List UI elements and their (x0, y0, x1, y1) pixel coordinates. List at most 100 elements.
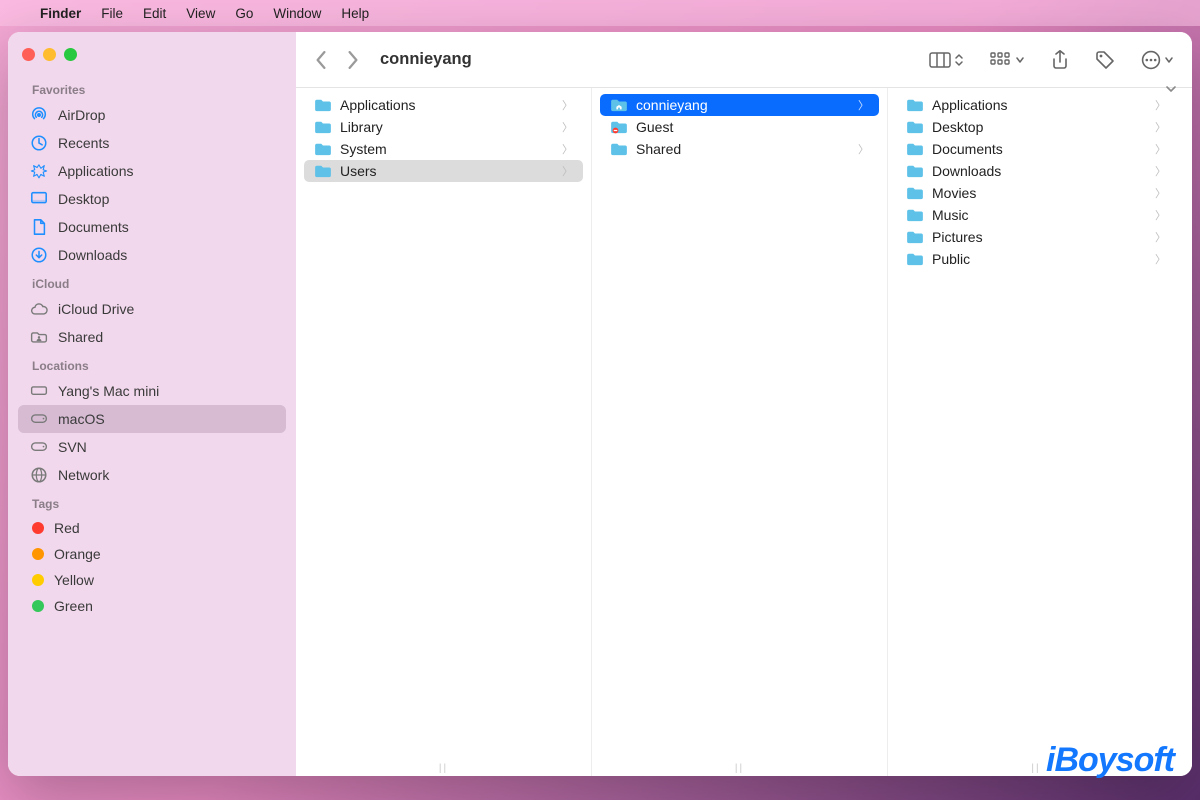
file-row-label: Desktop (932, 119, 983, 135)
zoom-button[interactable] (64, 48, 77, 61)
column-resize-handle[interactable]: || (735, 763, 744, 774)
tag-dot-icon (32, 522, 44, 534)
group-button[interactable] (990, 52, 1025, 68)
file-row-connieyang[interactable]: connieyang 〉 (600, 94, 879, 116)
file-row-public[interactable]: Public 〉 (896, 248, 1176, 270)
sidebar-item-label: Recents (58, 135, 109, 151)
view-columns-button[interactable] (929, 52, 964, 68)
documents-icon (30, 218, 48, 236)
back-button[interactable] (314, 51, 328, 69)
minimize-button[interactable] (43, 48, 56, 61)
sidebar-item-label: Shared (58, 329, 103, 345)
sidebar: FavoritesAirDropRecentsApplicationsDeskt… (8, 32, 296, 776)
sidebar-item-documents[interactable]: Documents (18, 213, 286, 241)
file-row-pictures[interactable]: Pictures 〉 (896, 226, 1176, 248)
share-button[interactable] (1051, 50, 1069, 70)
sidebar-item-yellow[interactable]: Yellow (18, 567, 286, 593)
action-button[interactable] (1141, 50, 1174, 70)
sidebar-item-desktop[interactable]: Desktop (18, 185, 286, 213)
file-row-label: Public (932, 251, 970, 267)
chevron-right-icon: 〉 (1155, 251, 1166, 267)
column-view: Applications〉Library〉System〉Users〉||conn… (296, 88, 1192, 776)
traffic-lights (8, 44, 296, 71)
menu-edit[interactable]: Edit (143, 6, 166, 21)
sidebar-item-svn[interactable]: SVN (18, 433, 286, 461)
forward-button[interactable] (346, 51, 360, 69)
chevron-down-icon (1164, 56, 1174, 64)
file-row-downloads[interactable]: Downloads〉 (896, 160, 1176, 182)
sidebar-item-orange[interactable]: Orange (18, 541, 286, 567)
menu-window[interactable]: Window (273, 6, 321, 21)
mac-icon (30, 382, 48, 400)
shared-icon (30, 328, 48, 346)
applications-icon (30, 162, 48, 180)
file-row-music[interactable]: Music〉 (896, 204, 1176, 226)
sidebar-section-icloud: iCloud (18, 269, 286, 295)
sidebar-item-icloud-drive[interactable]: iCloud Drive (18, 295, 286, 323)
sidebar-item-shared[interactable]: Shared (18, 323, 286, 351)
file-row-label: Applications (340, 97, 416, 113)
column-resize-handle[interactable]: || (1031, 763, 1040, 774)
sidebar-item-label: macOS (58, 411, 105, 427)
window-title: connieyang (380, 50, 472, 69)
file-row-applications[interactable]: Applications〉 (896, 94, 1176, 116)
menu-go[interactable]: Go (235, 6, 253, 21)
column-resize-handle[interactable]: || (439, 763, 448, 774)
desktop-icon (30, 190, 48, 208)
file-row-documents[interactable]: Documents〉 (896, 138, 1176, 160)
sidebar-item-downloads[interactable]: Downloads (18, 241, 286, 269)
file-row-label: connieyang (636, 97, 708, 113)
file-row-label: Users (340, 163, 377, 179)
sidebar-item-macos[interactable]: macOS (18, 405, 286, 433)
close-button[interactable] (22, 48, 35, 61)
chevron-right-icon: 〉 (858, 141, 869, 157)
sidebar-item-applications[interactable]: Applications (18, 157, 286, 185)
sidebar-item-label: SVN (58, 439, 87, 455)
file-row-label: Guest (636, 119, 673, 135)
file-row-label: Downloads (932, 163, 1001, 179)
downloads-icon (30, 246, 48, 264)
toolbar: connieyang (296, 32, 1192, 88)
disk-icon (30, 410, 48, 428)
menu-file[interactable]: File (101, 6, 123, 21)
file-row-shared[interactable]: Shared〉 (600, 138, 879, 160)
nav-buttons (314, 51, 360, 69)
updown-icon (954, 53, 964, 67)
icloud-icon (30, 300, 48, 318)
chevron-right-icon: 〉 (562, 97, 573, 113)
sidebar-item-network[interactable]: Network (18, 461, 286, 489)
file-row-users[interactable]: Users〉 (304, 160, 583, 182)
app-menu[interactable]: Finder (40, 6, 81, 21)
chevron-down-icon (1015, 56, 1025, 64)
chevron-right-icon: 〉 (1155, 141, 1166, 157)
sidebar-item-label: Yang's Mac mini (58, 383, 159, 399)
sidebar-item-label: iCloud Drive (58, 301, 134, 317)
file-row-label: Pictures (932, 229, 983, 245)
sidebar-item-label: Red (54, 520, 80, 536)
tags-button[interactable] (1095, 50, 1115, 70)
sidebar-item-green[interactable]: Green (18, 593, 286, 619)
file-row-applications[interactable]: Applications 〉 (304, 94, 583, 116)
column-1: connieyang 〉 Guest Shared〉 || (592, 88, 888, 776)
sidebar-item-label: Documents (58, 219, 129, 235)
menu-help[interactable]: Help (341, 6, 369, 21)
sidebar-item-recents[interactable]: Recents (18, 129, 286, 157)
file-row-label: Movies (932, 185, 976, 201)
file-row-desktop[interactable]: Desktop〉 (896, 116, 1176, 138)
file-row-system[interactable]: System〉 (304, 138, 583, 160)
file-row-library[interactable]: Library〉 (304, 116, 583, 138)
sidebar-item-label: Green (54, 598, 93, 614)
airdrop-icon (30, 106, 48, 124)
sidebar-list[interactable]: FavoritesAirDropRecentsApplicationsDeskt… (8, 71, 296, 776)
sidebar-item-label: Yellow (54, 572, 94, 588)
chevron-right-icon: 〉 (1155, 229, 1166, 245)
sidebar-item-red[interactable]: Red (18, 515, 286, 541)
file-row-movies[interactable]: Movies 〉 (896, 182, 1176, 204)
chevron-right-icon: 〉 (858, 97, 869, 113)
sidebar-item-airdrop[interactable]: AirDrop (18, 101, 286, 129)
file-row-guest[interactable]: Guest (600, 116, 879, 138)
menu-view[interactable]: View (186, 6, 215, 21)
chevron-right-icon: 〉 (1155, 185, 1166, 201)
chevron-right-icon: 〉 (562, 141, 573, 157)
sidebar-item-yang-s-mac-mini[interactable]: Yang's Mac mini (18, 377, 286, 405)
